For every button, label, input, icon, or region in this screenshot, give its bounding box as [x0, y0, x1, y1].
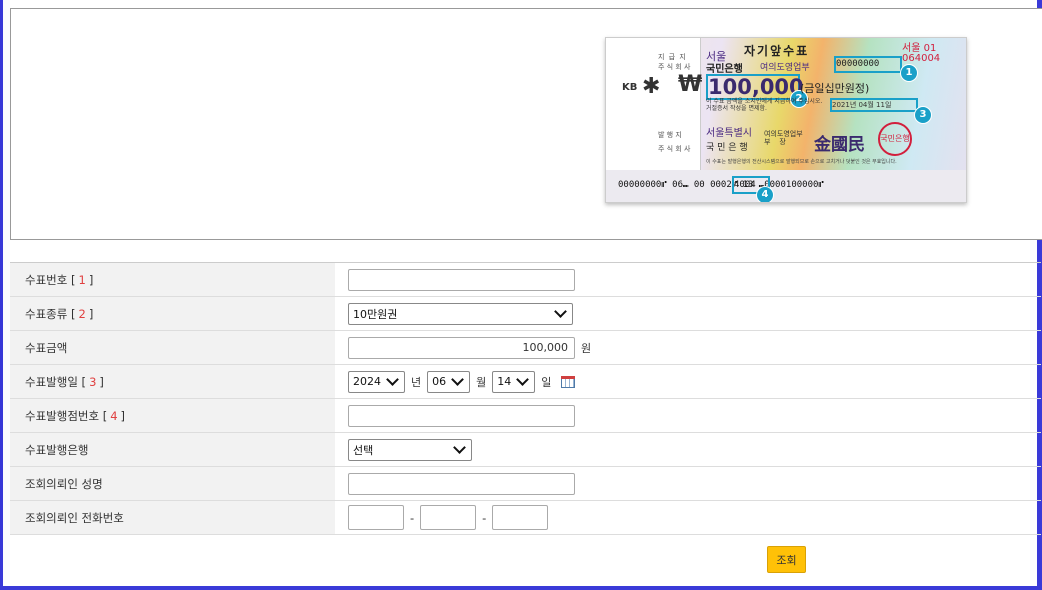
branch-number-input[interactable] — [348, 404, 575, 427]
check-note: 이 수표 금액을 소지인에게 지급하여 주십시오. 거절증서 작성을 면제함. — [706, 98, 823, 112]
requester-name-input[interactable] — [348, 472, 575, 495]
check-serial-highlight: 00000000 — [834, 56, 902, 73]
check-image-panel: 지 급 지 주 식 회 사 KB ✱ ₩ 발 행 지 주 식 회 사 자기앞수표… — [10, 8, 1042, 240]
row-issue-date: 수표발행일 [3] 2024 년 06 월 14 일 — [10, 365, 1041, 399]
badge-3: 3 — [914, 106, 932, 124]
label-text: 조회의뢰인 전화번호 — [25, 510, 124, 525]
check-amount-input[interactable]: 100,000 — [348, 336, 575, 359]
check-title: 자기앞수표 — [744, 44, 810, 58]
row-issuing-bank: 수표발행은행 선택 — [10, 433, 1041, 467]
badge-4: 4 — [756, 186, 774, 202]
label-num: 2 — [78, 306, 86, 321]
stub-label: 주 식 회 사 — [658, 145, 691, 153]
phone-separator: - — [410, 510, 415, 525]
row-branch-number: 수표발행점번호 [4] — [10, 399, 1041, 433]
row-requester-name: 조회의뢰인 성명 — [10, 467, 1041, 501]
check-bank-2: 국 민 은 행 — [706, 143, 748, 153]
issuing-bank-value: 선택 — [353, 443, 374, 457]
check-number-input[interactable] — [348, 268, 575, 291]
day-value: 14 — [497, 375, 512, 388]
amount-unit: 원 — [581, 341, 592, 355]
kb-logo: KB — [622, 82, 638, 93]
check-date-highlight: 2021년 04월 11일 — [830, 98, 918, 112]
check-amount-highlight: 100,000 — [706, 74, 804, 100]
badge-1: 1 — [900, 64, 918, 82]
month-select[interactable]: 06 — [427, 370, 471, 393]
label-check-amount: 수표금액 — [10, 331, 335, 364]
label-requester-phone: 조회의뢰인 전화번호 — [10, 501, 335, 534]
chevron-down-icon — [554, 305, 567, 318]
month-unit: 월 — [476, 375, 487, 389]
label-issuing-bank: 수표발행은행 — [10, 433, 335, 466]
day-select[interactable]: 14 — [492, 370, 536, 393]
row-check-type: 수표종류 [2] 10만원권 — [10, 297, 1041, 331]
row-requester-phone: 조회의뢰인 전화번호 - - — [10, 501, 1041, 535]
day-unit: 일 — [541, 375, 552, 389]
inquiry-submit-button[interactable]: 조회 — [767, 546, 806, 573]
check-amount-korean: (금일십만원정) — [800, 82, 870, 95]
stub-label: 발 행 지 — [658, 131, 682, 139]
stub-label: 지 급 지 — [658, 53, 687, 61]
check-type-select[interactable]: 10만원권 — [348, 302, 573, 325]
kb-star-icon: ✱ — [642, 74, 661, 99]
label-text: 조회의뢰인 성명 — [25, 476, 103, 491]
label-text: 수표번호 — [25, 272, 68, 287]
check-red-code: 서울 01 064004 — [902, 43, 941, 64]
check-issue-place: 서울특별시 — [706, 128, 752, 139]
phone-part1-input[interactable] — [348, 505, 404, 530]
page: 지 급 지 주 식 회 사 KB ✱ ₩ 발 행 지 주 식 회 사 자기앞수표… — [3, 0, 1042, 586]
stub-label: 주 식 회 사 — [658, 63, 691, 71]
label-num: 4 — [110, 408, 118, 423]
label-check-type: 수표종류 [2] — [10, 297, 335, 330]
label-num: 1 — [78, 272, 86, 287]
year-value: 2024 — [353, 375, 381, 388]
label-issue-date: 수표발행일 [3] — [10, 365, 335, 398]
check-seal: 국민은행 — [878, 122, 912, 156]
chevron-down-icon — [453, 441, 466, 454]
row-check-number: 수표번호 [1] — [10, 263, 1041, 297]
label-check-number: 수표번호 [1] — [10, 263, 335, 296]
check-branch: 여의도영업부 — [760, 63, 810, 73]
label-branch-number: 수표발행점번호 [4] — [10, 399, 335, 432]
phone-part2-input[interactable] — [420, 505, 477, 530]
label-text: 수표발행일 — [25, 374, 78, 389]
chevron-down-icon — [386, 373, 399, 386]
phone-part3-input[interactable] — [492, 505, 549, 530]
label-text: 수표종류 — [25, 306, 68, 321]
label-requester-name: 조회의뢰인 성명 — [10, 467, 335, 500]
calendar-icon[interactable] — [561, 375, 576, 388]
check-amount-value: 100,000 — [522, 341, 569, 354]
chevron-down-icon — [451, 373, 464, 386]
label-text: 수표금액 — [25, 340, 68, 355]
check-inquiry-form: 수표번호 [1] 수표종류 [2] 10만원권 수표금액 100,000 원 수표… — [10, 262, 1041, 535]
label-num: 3 — [89, 374, 97, 389]
year-select[interactable]: 2024 — [348, 370, 405, 393]
year-unit: 년 — [411, 375, 422, 389]
phone-separator: - — [482, 510, 487, 525]
check-sample-image: 지 급 지 주 식 회 사 KB ✱ ₩ 발 행 지 주 식 회 사 자기앞수표… — [605, 37, 967, 203]
check-micr-text: 00000000⑈ 06⑉ 00 0002⑈ 13 ⑉0000100000⑈ — [618, 180, 824, 190]
check-footer: 이 수표는 발행은행의 전산시스템으로 발행되므로 손으로 고치거나 덧붙인 것… — [706, 159, 897, 165]
issuing-bank-select[interactable]: 선택 — [348, 438, 472, 461]
row-check-amount: 수표금액 100,000 원 — [10, 331, 1041, 365]
check-signature: 金國民 — [814, 135, 865, 155]
check-bank: 국민은행 — [706, 64, 743, 75]
label-text: 수표발행은행 — [25, 442, 89, 457]
month-value: 06 — [432, 375, 447, 388]
check-type-value: 10만원권 — [353, 307, 398, 321]
chevron-down-icon — [516, 373, 530, 386]
check-branch-2: 여의도영업부 부 장 — [764, 130, 803, 146]
won-symbol: ₩ — [678, 72, 703, 97]
label-text: 수표발행점번호 — [25, 408, 100, 423]
